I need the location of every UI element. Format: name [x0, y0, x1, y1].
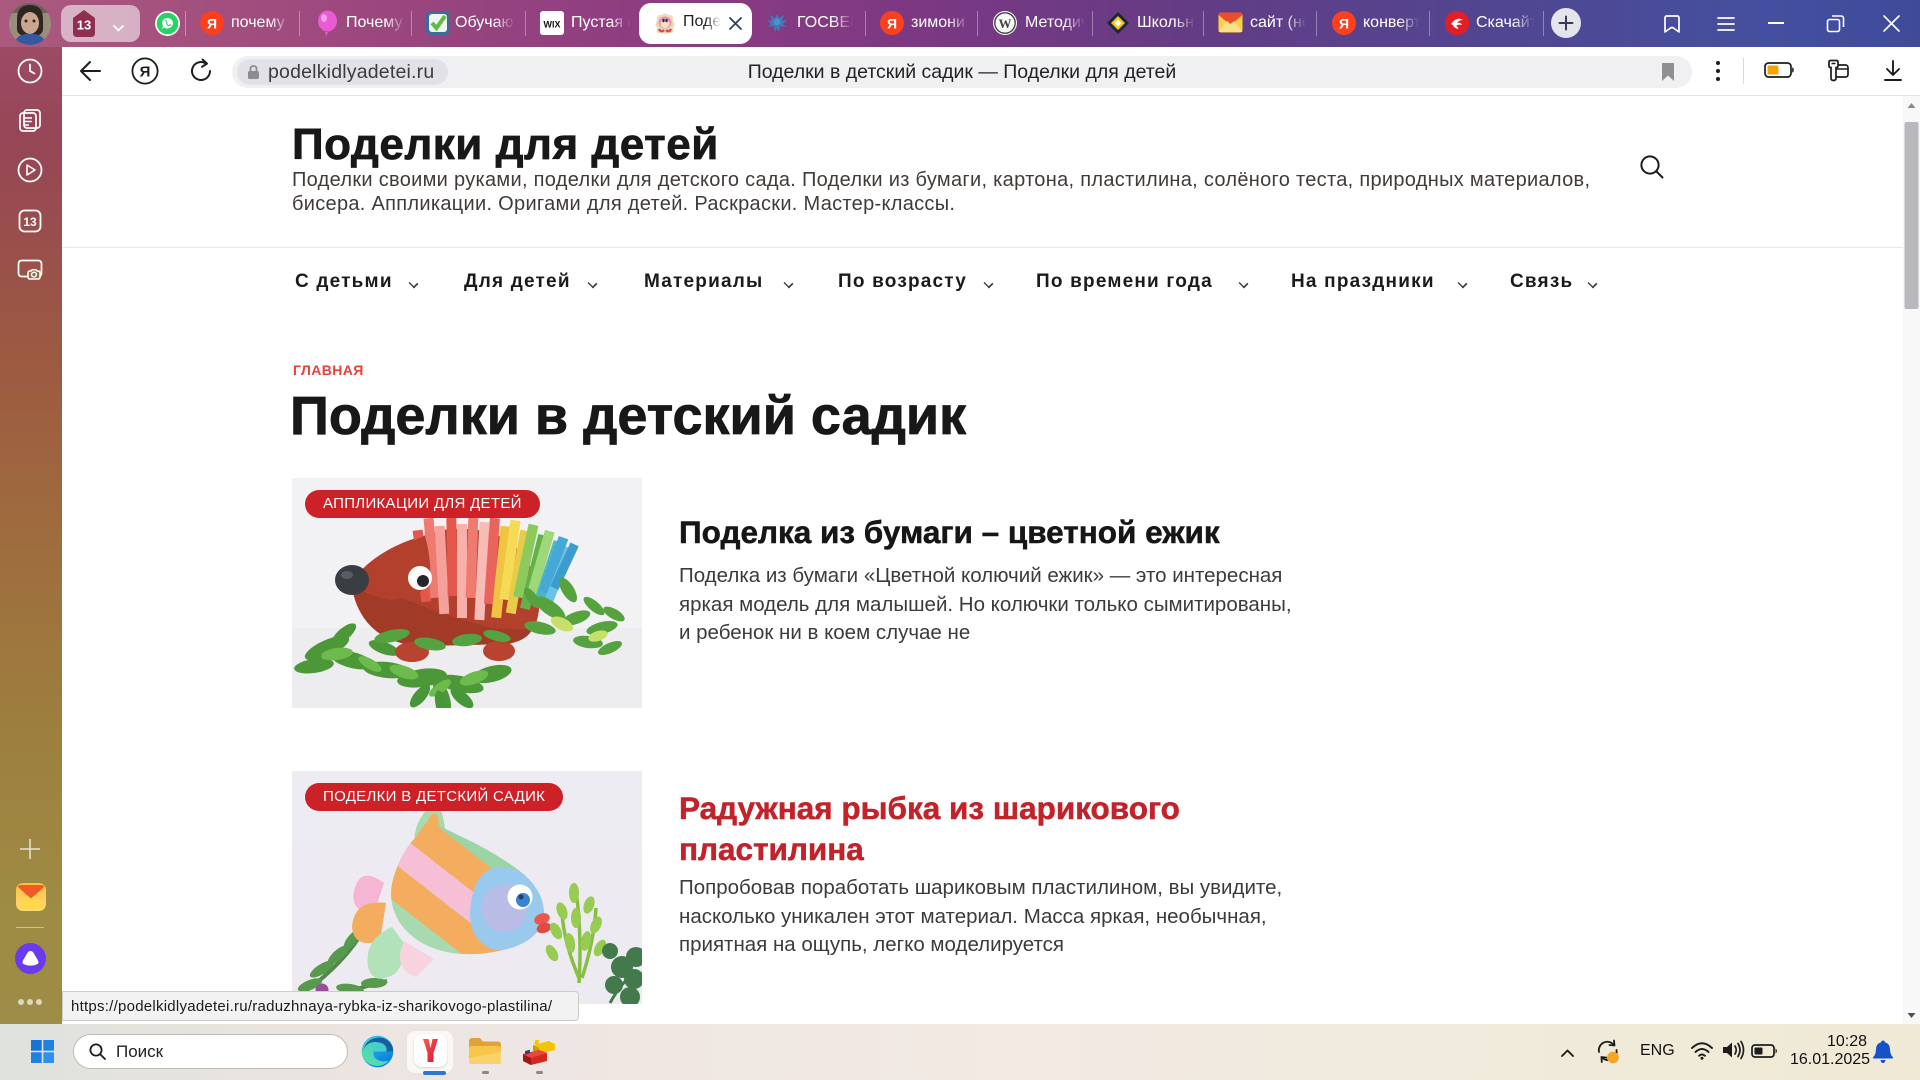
svg-text:13: 13	[77, 18, 91, 33]
svg-text:W: W	[999, 16, 1012, 31]
svg-text:Я: Я	[140, 64, 151, 81]
svg-text:Я: Я	[207, 16, 217, 32]
svg-text:13: 13	[23, 215, 37, 229]
svg-text:Я: Я	[1339, 16, 1349, 32]
svg-text:Я: Я	[887, 16, 897, 32]
svg-text:WIX: WIX	[544, 20, 561, 30]
